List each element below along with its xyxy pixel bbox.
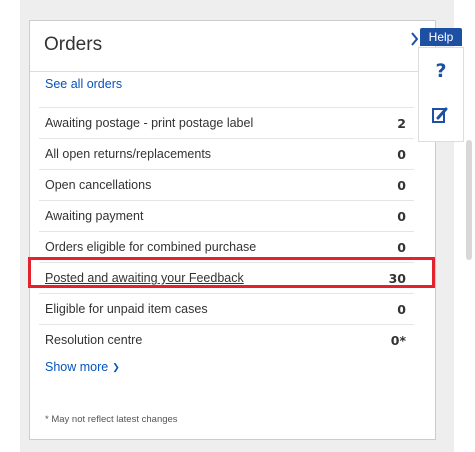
orders-title: Orders [44, 34, 103, 55]
footnote: * May not reflect latest changes [45, 414, 178, 425]
order-row-label: Awaiting payment [45, 209, 144, 223]
help-tab[interactable]: Help [420, 28, 462, 46]
order-row-count: 0 [397, 178, 406, 193]
order-row-unpaid-item-cases[interactable]: Eligible for unpaid item cases 0 [39, 293, 414, 324]
order-row-label: Resolution centre [45, 333, 143, 347]
order-row-open-cancellations[interactable]: Open cancellations 0 [39, 169, 414, 200]
order-row-combined-purchase[interactable]: Orders eligible for combined purchase 0 [39, 231, 414, 262]
chevron-right-icon [411, 32, 419, 46]
edit-feedback-icon[interactable] [431, 106, 449, 124]
order-row-label: Eligible for unpaid item cases [45, 302, 208, 316]
order-row-label: Open cancellations [45, 178, 152, 192]
order-row-count: 0 [397, 302, 406, 317]
order-row-label: Awaiting postage - print postage label [45, 116, 254, 130]
show-more-label: Show more [45, 360, 109, 374]
order-row-count: 2 [397, 116, 406, 131]
order-row-count: 0 [397, 209, 406, 224]
order-row-awaiting-payment[interactable]: Awaiting payment 0 [39, 200, 414, 231]
chevron-down-icon: ❯ [112, 362, 120, 372]
show-more-link[interactable]: Show more ❯ [45, 360, 120, 374]
question-mark-icon[interactable]: ? [419, 60, 463, 82]
order-row-count: 0 [397, 147, 406, 162]
order-row-resolution-centre[interactable]: Resolution centre 0* [39, 324, 414, 355]
order-row-awaiting-postage[interactable]: Awaiting postage - print postage label 2 [39, 107, 414, 138]
title-divider [30, 71, 435, 72]
order-row-label: Posted and awaiting your Feedback [45, 271, 244, 285]
order-row-open-returns[interactable]: All open returns/replacements 0 [39, 138, 414, 169]
order-row-count: 0* [390, 333, 406, 348]
scrollbar[interactable] [466, 140, 472, 260]
help-panel: ? [418, 47, 464, 142]
order-row-count: 0 [397, 240, 406, 255]
order-row-count: 30 [388, 271, 406, 286]
order-row-label: All open returns/replacements [45, 147, 212, 161]
see-all-orders-link[interactable]: See all orders [45, 77, 122, 91]
order-row-awaiting-feedback[interactable]: Posted and awaiting your Feedback 30 [39, 262, 414, 293]
orders-card: Orders See all orders Awaiting postage -… [29, 20, 436, 440]
order-row-label: Orders eligible for combined purchase [45, 240, 257, 254]
